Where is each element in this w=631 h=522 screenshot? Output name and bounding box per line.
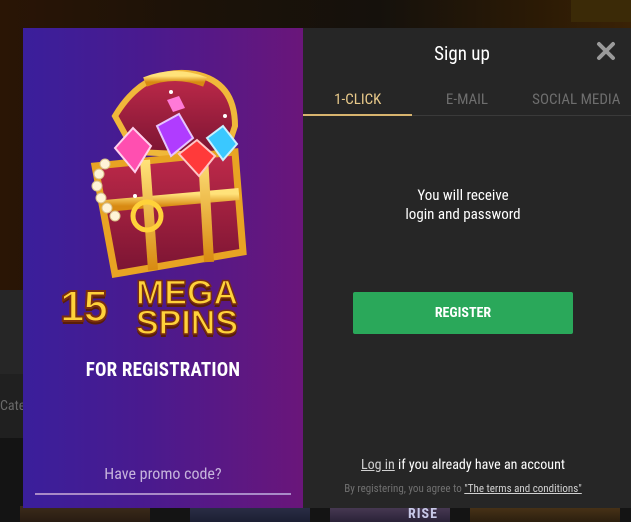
terms-prefix: By registering, you agree to — [344, 482, 465, 495]
signup-modal: 15 MEGA SPINS FOR REGISTRATION Have prom… — [23, 28, 631, 508]
login-link[interactable]: Log in — [361, 457, 395, 473]
promo-panel: 15 MEGA SPINS FOR REGISTRATION Have prom… — [23, 28, 303, 508]
login-prompt-text: if you already have an account — [394, 457, 565, 473]
bonus-title: MEGA SPINS — [135, 275, 286, 342]
terms-notice: By registering, you agree to "The terms … — [303, 482, 623, 495]
signup-info-line2: login and password — [405, 205, 521, 223]
tab-e-mail[interactable]: E-MAIL — [412, 86, 521, 115]
game-thumbnail-title: RISE — [408, 506, 438, 522]
bonus-number: 15 — [59, 281, 109, 332]
terms-link[interactable]: "The terms and conditions" — [464, 482, 582, 495]
signup-info: You will receive login and password — [303, 186, 623, 224]
treasure-chest-illustration — [90, 70, 247, 279]
game-thumbnail — [470, 506, 620, 522]
promo-code-link[interactable]: Have promo code? — [35, 452, 291, 495]
signup-info-line1: You will receive — [417, 186, 509, 204]
signup-tabs: 1-CLICK E-MAIL SOCIAL MEDIA — [303, 86, 631, 116]
backdrop-category-text: Cate — [0, 398, 26, 414]
signup-title: Sign up — [434, 42, 490, 65]
game-thumbnail — [190, 506, 310, 522]
tab-social-media[interactable]: SOCIAL MEDIA — [522, 86, 631, 115]
signup-panel: Sign up 1-CLICK E-MAIL SOCIAL MEDIA You … — [303, 28, 631, 508]
tab-1-click[interactable]: 1-CLICK — [303, 86, 413, 116]
login-prompt: Log in if you already have an account — [303, 457, 623, 473]
close-icon[interactable] — [595, 40, 617, 62]
register-button[interactable]: REGISTER — [353, 292, 573, 334]
bonus-title-line2: SPINS — [135, 304, 239, 342]
game-thumbnail — [20, 506, 150, 522]
bonus-subtitle: FOR REGISTRATION — [85, 358, 241, 381]
